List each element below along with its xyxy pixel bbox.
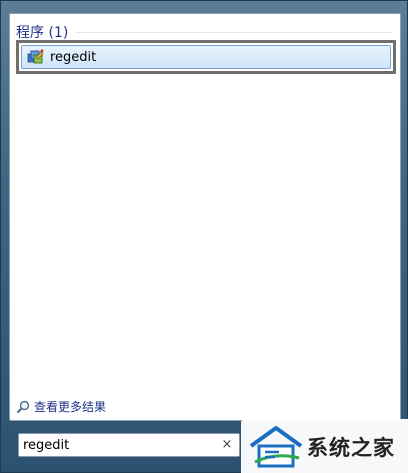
- search-box[interactable]: ×: [18, 433, 240, 457]
- result-item-regedit[interactable]: regedit: [21, 45, 391, 69]
- house-logo-icon: [249, 425, 303, 467]
- results-group-header: 程序 (1): [16, 25, 69, 41]
- group-divider: [76, 32, 392, 33]
- search-results-pane: 程序 (1) regedit 查看更多结果: [9, 13, 401, 421]
- watermark-text: 系统之家: [307, 435, 395, 460]
- see-more-results-label: 查看更多结果: [34, 400, 107, 414]
- see-more-results-link[interactable]: 查看更多结果: [16, 398, 106, 415]
- search-input[interactable]: [23, 436, 219, 454]
- site-watermark: 系统之家: [241, 419, 408, 473]
- registry-editor-icon: [27, 49, 44, 64]
- magnifier-icon: [16, 400, 30, 413]
- clear-search-button[interactable]: ×: [220, 437, 234, 453]
- start-menu: 程序 (1) regedit 查看更多结果 ×: [0, 0, 408, 473]
- result-item-label: regedit: [50, 49, 97, 65]
